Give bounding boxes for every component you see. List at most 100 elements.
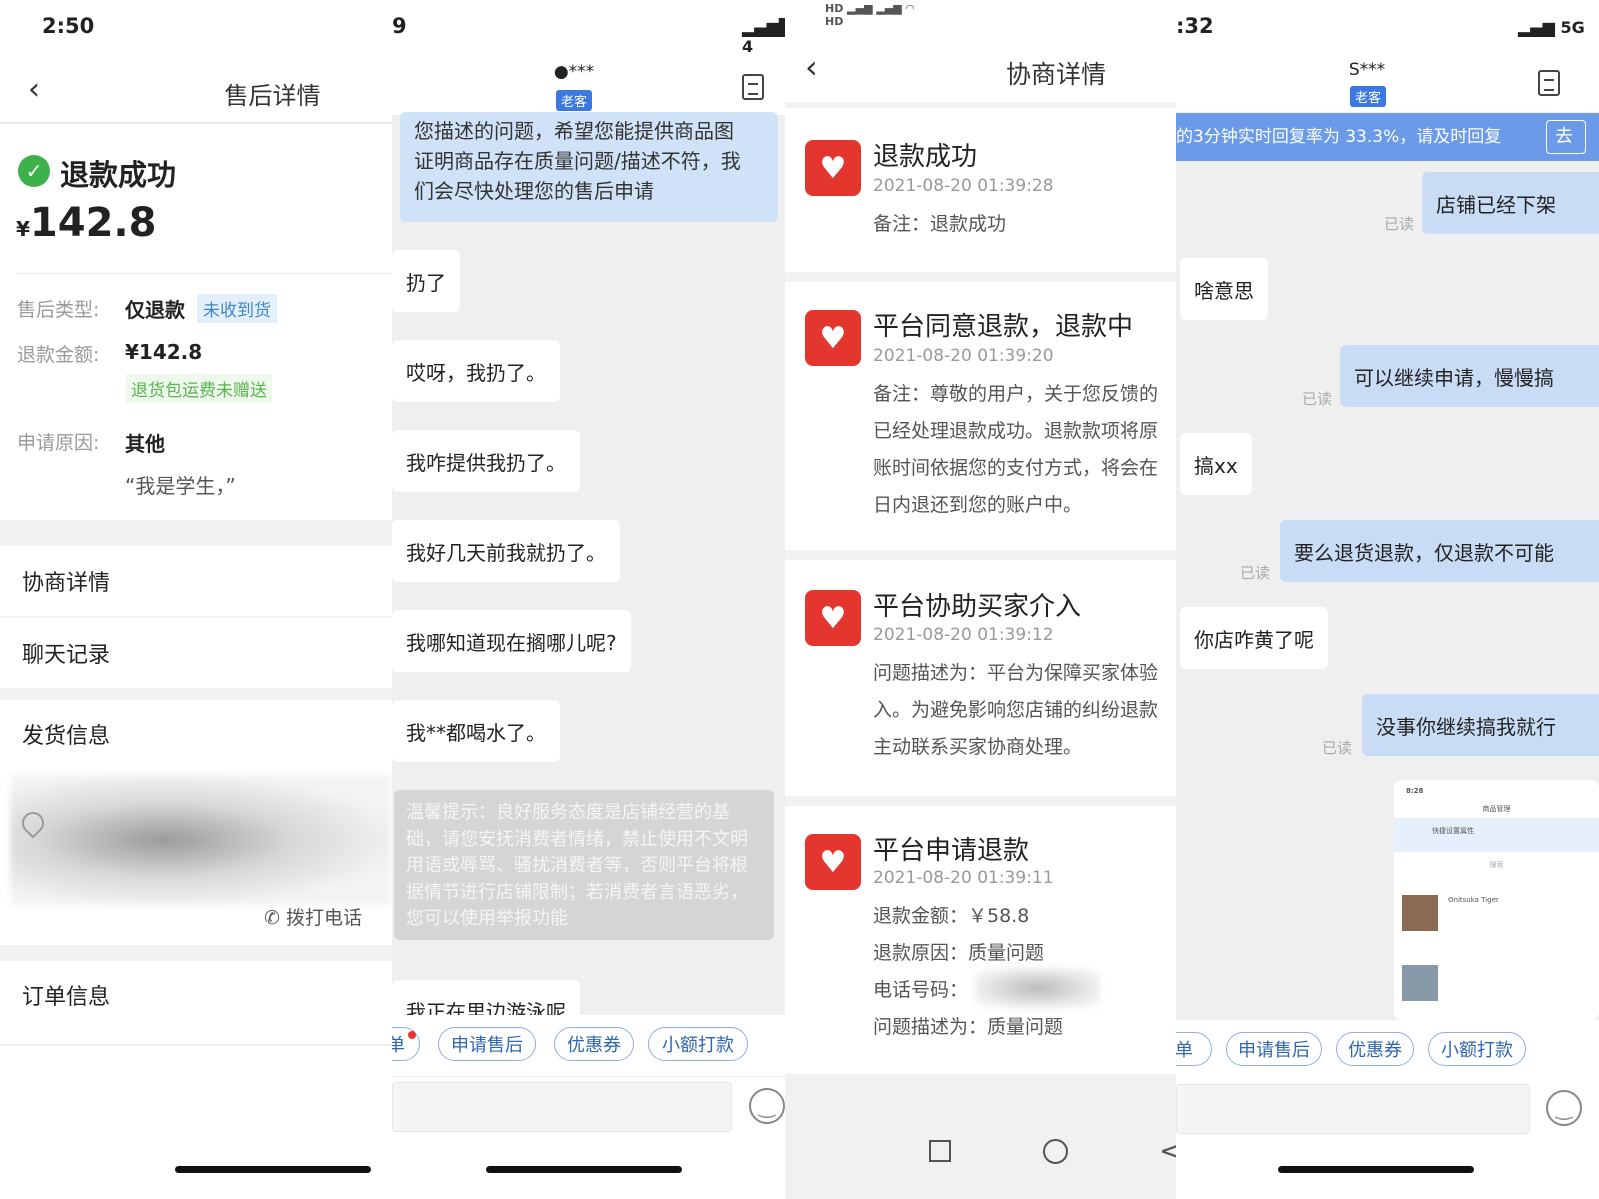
menu-shipping[interactable]: 发货信息: [0, 700, 392, 768]
buyer-message: 我好几天前我就扔了。: [392, 520, 620, 582]
pinduoduo-logo-icon: ♥: [805, 590, 861, 646]
seller-message: 要么退货退款，仅退款不可能: [1280, 520, 1599, 582]
card-time: 2021-08-20 01:39:11: [873, 868, 1054, 888]
chat-header: [1176, 0, 1599, 112]
status-time: :32: [1176, 14, 1214, 38]
shot-banner: 快捷设置属性: [1394, 818, 1599, 852]
buyer-message: 我咋提供我扔了。: [392, 430, 580, 492]
status-icons: HD ▂▄▆ ▂▄▆ ◠ HD: [825, 2, 915, 28]
card-body: 问题描述为：平台为保障买家体验 入。为避免影响您店铺的纠纷退款 主动联系买家协商处理…: [873, 655, 1158, 766]
chat-screen-1: 9 ▂▄▆█ 4 ●*** 老客 您描述的问题，希望您能提供商品图证明商品存在质…: [392, 0, 785, 1199]
name-text: ***: [568, 62, 595, 82]
home-indicator: [175, 1166, 371, 1173]
buyer-message: 我**都喝水了。: [392, 700, 560, 762]
seller-message: 您描述的问题，希望您能提供商品图 证明商品存在质量问题/描述不符，我 们会尽快处理您…: [400, 112, 778, 222]
clipboard-icon[interactable]: [742, 74, 764, 100]
divider: [0, 122, 392, 124]
line: 备注：尊敬的用户，关于您反馈的: [873, 383, 1159, 405]
line: 账时间依据您的支付方式，将会在: [873, 457, 1159, 479]
pinduoduo-logo-icon: ♥: [805, 310, 861, 366]
network-type: 5G: [1560, 18, 1585, 37]
timeline-card: ♥ 退款成功 2021-08-20 01:39:28 备注：退款成功: [785, 108, 1176, 272]
menu-chat-log[interactable]: 聊天记录: [0, 618, 392, 688]
page-title: 协商详情: [1005, 60, 1106, 89]
emoji-icon[interactable]: ‿: [1546, 1090, 1582, 1126]
shot-product-name: Onitsuka Tiger: [1448, 896, 1499, 904]
line: 退款金额：￥58.8: [873, 905, 1030, 927]
currency: ¥: [16, 217, 30, 241]
buyer-message: 扔了: [392, 250, 460, 312]
divider: [16, 273, 392, 274]
status-time: 9: [392, 14, 407, 38]
pinduoduo-logo-icon: ♥: [805, 140, 861, 196]
card-time: 2021-08-20 01:39:28: [873, 176, 1054, 196]
phone-icon: ✆: [264, 907, 286, 929]
signal-icon: ▂▄▆█ 4: [742, 18, 785, 56]
clipboard-icon[interactable]: [1538, 70, 1560, 96]
field-label: 申请原因:: [17, 432, 100, 454]
card-body: 备注：尊敬的用户，关于您反馈的 已经处理退款成功。退款款项将原 账时间依据您的支付方…: [873, 376, 1158, 524]
badge-text: 老客: [1350, 86, 1387, 107]
timeline-card: ♥ 平台申请退款 2021-08-20 01:39:11 退款金额：￥58.8 退…: [785, 806, 1176, 1074]
customer-badge: 老客: [556, 90, 593, 111]
chip-small-payment[interactable]: 小额打款: [648, 1027, 748, 1061]
divider: [392, 1076, 785, 1077]
msg-line: 您描述的问题，希望您能提供商品图: [414, 119, 734, 143]
shot-banner-text: 快捷设置属性: [1432, 827, 1474, 835]
menu-negotiation[interactable]: 协商详情: [0, 546, 392, 616]
card-title: 平台同意退款，退款中: [873, 312, 1134, 342]
card-title: 平台协助买家介入: [873, 592, 1082, 622]
home-button[interactable]: [1043, 1139, 1068, 1164]
blurred-phone: [975, 968, 1100, 1008]
field-value: 仅退款: [125, 298, 185, 322]
chip-after-sale[interactable]: 申请售后: [1226, 1032, 1322, 1066]
message-input[interactable]: [392, 1082, 732, 1132]
home-indicator: [1278, 1166, 1474, 1173]
shot-search: 搜索: [1489, 861, 1504, 869]
line: 问题描述为：平台为保障买家体验: [873, 662, 1159, 684]
read-receipt: 已读: [1384, 215, 1415, 233]
check-icon: ✓: [18, 155, 50, 187]
card-time: 2021-08-20 01:39:20: [873, 346, 1054, 366]
message-input[interactable]: [1176, 1084, 1530, 1134]
chip-after-sale[interactable]: 申请售后: [438, 1027, 536, 1061]
customer-badge: 老客: [1350, 86, 1387, 107]
buyer-message: 啥意思: [1180, 258, 1268, 320]
read-receipt: 已读: [1322, 739, 1353, 757]
after-sale-detail-screen: 2:50 ‹ 售后详情 ✓ 退款成功 ¥142.8 售后类型: 仅退款 未收到货…: [0, 0, 392, 1199]
reason-note: “我是学生，”: [125, 474, 236, 498]
product-screenshot-image[interactable]: 8:28 商品管理 快捷设置属性 搜索 Onitsuka Tiger: [1394, 780, 1599, 1020]
field-label: 退款金额:: [17, 344, 100, 366]
signal-icon: ▂▄▆ 5G: [1518, 18, 1585, 37]
card-body: 备注：退款成功: [873, 206, 1006, 243]
banner-action-button[interactable]: 去: [1546, 120, 1586, 154]
chip-coupon[interactable]: 优惠券: [554, 1027, 634, 1061]
emoji-icon[interactable]: ‿: [749, 1088, 785, 1124]
buyer-message: 搞xx: [1180, 433, 1252, 495]
buyer-message: 哎呀，我扔了。: [392, 340, 560, 402]
field-label: 售后类型:: [17, 299, 100, 321]
card-time: 2021-08-20 01:39:12: [873, 625, 1054, 645]
buyer-message: 你店咋黄了呢: [1180, 607, 1328, 669]
reply-rate-banner: 的3分钟实时回复率为 33.3%，请及时回复: [1176, 113, 1599, 161]
chip-order[interactable]: 单: [1176, 1032, 1212, 1066]
card-title: 平台申请退款: [873, 836, 1030, 866]
card-title: 退款成功: [873, 142, 978, 172]
home-indicator: [486, 1166, 682, 1173]
refund-status: 退款成功: [60, 158, 177, 192]
blurred-address: [10, 775, 392, 905]
back-nav-button[interactable]: <: [1159, 1134, 1176, 1167]
chip-coupon[interactable]: 优惠券: [1336, 1032, 1414, 1066]
read-receipt: 已读: [1240, 564, 1271, 582]
recent-apps-button[interactable]: [929, 1140, 951, 1162]
field-value: 其他: [125, 432, 165, 456]
menu-order-info[interactable]: 订单信息: [0, 961, 392, 1029]
page-title: 售后详情: [224, 82, 321, 110]
line: 日内退还到您的账户中。: [873, 494, 1083, 516]
field-value: ¥142.8: [125, 340, 203, 364]
contact-name: ●***: [553, 62, 595, 82]
call-button[interactable]: ✆ 拨打电话: [264, 903, 362, 930]
shot-product-image: [1402, 895, 1438, 931]
chip-small-payment[interactable]: 小额打款: [1428, 1032, 1526, 1066]
refund-amount: ¥142.8: [16, 200, 156, 246]
